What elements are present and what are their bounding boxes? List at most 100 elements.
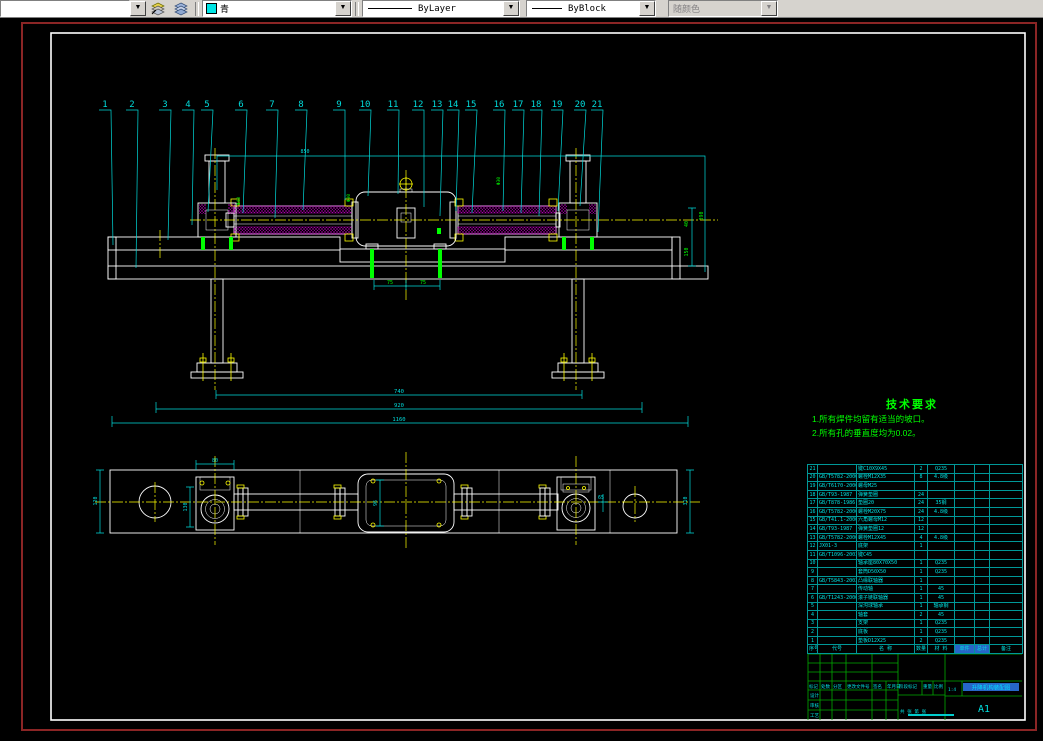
make-object-layer-current-button[interactable] (147, 1, 168, 16)
callout-number: 13 (432, 100, 443, 110)
bom-cell-remark (989, 635, 1023, 646)
bom-cell-unit (954, 584, 975, 594)
bom-cell-unit (954, 481, 975, 491)
lineweight-combo-arrow[interactable]: ▼ (639, 1, 655, 16)
bom-cell-no: 10 (807, 558, 818, 569)
bom-cell-qty: 2 (914, 464, 928, 474)
bom-cell-remark (989, 601, 1023, 612)
bom-cell-unit (954, 618, 975, 629)
callout-number: 14 (448, 100, 459, 110)
bom-cell-remark (989, 541, 1023, 551)
bom-row: 3 支架 1 Q235 (807, 618, 1023, 629)
bom-cell-remark (989, 549, 1023, 560)
bom-cell-remark (989, 627, 1023, 637)
bom-cell-code (817, 618, 857, 629)
bom-cell-qty (914, 481, 928, 491)
bom-cell-total (974, 532, 990, 543)
bom-header-cell: 备注 (989, 644, 1023, 655)
bom-cell-remark (989, 489, 1023, 500)
bom-cell-qty: 1 (914, 584, 928, 594)
bom-cell-no: 5 (807, 601, 818, 612)
bom-cell-code: GB/T41.1-2000 (817, 515, 857, 526)
callout-number: 17 (513, 100, 524, 110)
color-combo-value: 青 (220, 5, 230, 15)
bom-cell-no: 15 (807, 515, 818, 526)
bom-cell-code (817, 567, 857, 577)
bom-cell-name: 六角螺母M12 (856, 515, 915, 526)
bom-row: 20 GB/T5782-2000 螺栓M12X35 8 4.8级 (807, 472, 1023, 483)
bom-cell-remark (989, 481, 1023, 491)
bom-cell-qty: 1 (914, 541, 928, 551)
callout-number: 2 (129, 100, 134, 110)
bom-cell-total (974, 592, 990, 603)
technical-requirements: 技术要求 1.所有焊件均留有适当的坡口。 2.所有孔的垂直度均为0.02。 (812, 396, 1012, 440)
bom-cell-unit (954, 627, 975, 637)
bom-cell-code: GB/T1243-2006 (817, 592, 857, 603)
bom-cell-no: 20 (807, 472, 818, 483)
bom-cell-no: 7 (807, 584, 818, 594)
bom-cell-code: GB/T5782-2000 (817, 532, 857, 543)
bom-cell-qty: 1 (914, 618, 928, 629)
bom-cell-unit (954, 558, 975, 569)
drawing-title: 升降机构装配图 (972, 684, 1011, 692)
bom-cell-name: 滚子链联轴器 (856, 592, 915, 603)
layer-combo-arrow[interactable]: ▼ (130, 1, 146, 16)
bom-cell-no: 11 (807, 549, 818, 560)
dimension-lines (96, 155, 706, 534)
bom-cell-unit (954, 472, 975, 483)
bom-cell-material: 45 (927, 592, 955, 603)
bom-cell-remark (989, 464, 1023, 474)
bom-row: 5 深沟球轴承 1 轴承钢 (807, 601, 1023, 612)
bom-cell-code: GB/T1096-2003 (817, 549, 857, 560)
bom-cell-material: Q235 (927, 558, 955, 569)
bom-cell-name: 底板 (856, 627, 915, 637)
layer-previous-button[interactable] (170, 1, 191, 16)
bom-cell-qty: 1 (914, 558, 928, 569)
bom-cell-name: 螺栓M12X35 (856, 472, 915, 483)
bom-cell-material: 45 (927, 610, 955, 620)
color-combo-arrow[interactable]: ▼ (335, 1, 351, 16)
bom-cell-total (974, 464, 990, 474)
bom-cell-name: 轴套 (856, 610, 915, 620)
bom-cell-name: 垫圈20 (856, 498, 915, 508)
bom-cell-remark (989, 532, 1023, 543)
callout-number: 15 (466, 100, 477, 110)
callout-number: 6 (238, 100, 243, 110)
bom-cell-qty: 24 (914, 489, 928, 500)
callout-number: 7 (269, 100, 274, 110)
technical-requirement-line: 1.所有焊件均留有适当的坡口。 (812, 414, 930, 424)
bom-cell-total (974, 515, 990, 526)
layer-combo-field[interactable] (1, 1, 129, 16)
layer-combo[interactable] (0, 0, 130, 17)
bom-cell-total (974, 524, 990, 534)
bom-cell-no: 21 (807, 464, 818, 474)
callout-number: 18 (531, 100, 542, 110)
callout-number: 12 (413, 100, 424, 110)
linetype-combo[interactable]: ByLayer ▼ (362, 0, 520, 17)
callout-number: 20 (575, 100, 586, 110)
bom-cell-remark (989, 498, 1023, 508)
color-combo[interactable]: 青 ▼ (202, 0, 352, 17)
dimension-text: Φ30 (346, 194, 352, 202)
bom-cell-qty: 24 (914, 506, 928, 517)
bom-cell-name: 凸缘联轴器 (856, 575, 915, 586)
dimension-text: 130 (183, 502, 189, 511)
bom-row: 14 GB/T93-1987 弹簧垫圈12 12 (807, 524, 1023, 534)
bom-cell-total (974, 541, 990, 551)
label-process: 工艺 (810, 713, 819, 719)
bom-cell-unit (954, 524, 975, 534)
bom-cell-qty: 2 (914, 610, 928, 620)
bom-cell-material: 4.8级 (927, 532, 955, 543)
linetype-combo-arrow[interactable]: ▼ (503, 1, 519, 16)
bom-cell-unit (954, 635, 975, 646)
bom-header-cell: 材 料 (927, 644, 955, 655)
bom-row: 15 GB/T41.1-2000 六角螺母M12 12 (807, 515, 1023, 526)
bom-cell-total (974, 627, 990, 637)
bom-cell-material (927, 524, 955, 534)
label-stage: 阶段标记 (899, 683, 917, 690)
toolbar-separator (355, 1, 359, 16)
lineweight-combo[interactable]: ByBlock ▼ (526, 0, 656, 17)
bom-cell-code (817, 601, 857, 612)
technical-requirement-line: 2.所有孔的垂直度均为0.02。 (812, 428, 921, 438)
bom-cell-code (817, 627, 857, 637)
